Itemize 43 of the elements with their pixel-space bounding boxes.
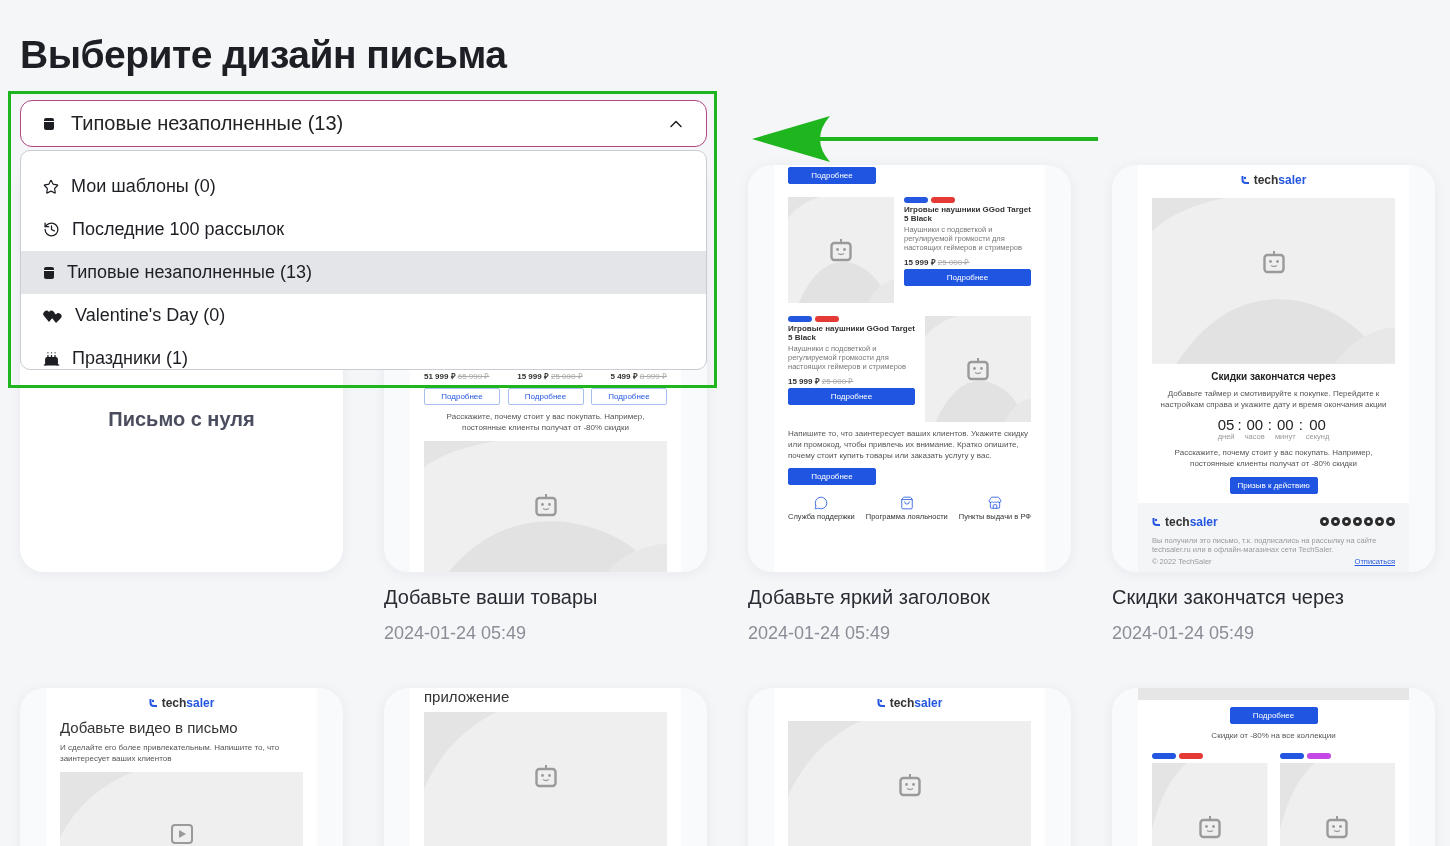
page-title: Выберите дизайн письма [20, 32, 509, 78]
price-text: 5 499 ₽ 8 999 ₽ [610, 371, 667, 381]
email-heading: приложение [424, 688, 511, 705]
logo-text: techsaler [161, 696, 215, 710]
template-title: Добавьте ваши товары [384, 585, 599, 609]
timer-value: 00 [1246, 417, 1264, 433]
timer-value: 05 [1217, 417, 1235, 433]
email-button: Подробнее [904, 269, 1031, 286]
timer-separator: : [1237, 417, 1242, 433]
email-button: Подробнее [424, 388, 500, 405]
template-date: 2024-01-24 05:49 [1112, 623, 1256, 644]
email-button: Подробнее [788, 388, 915, 405]
email-button: Подробнее [788, 167, 876, 184]
email-text: Расскажите, почему стоит у вас покупать. Например, постоянные клиенты получат от -80% скидки [445, 412, 646, 434]
email-text: И сделайте его более привлекательным. Напишите то, что заинтересует ваших клиентов [60, 743, 281, 765]
template-date: 2024-01-24 05:49 [748, 623, 892, 644]
email-button: Подробнее [507, 388, 584, 405]
template-title: Скидки закончатся через [1112, 585, 1345, 609]
price-text: 51 999 ₽ 65 999 ₽ [424, 371, 490, 381]
email-text: Напишите то, что заинтересует ваших клиентов. Укажите скидку или промокод, чтобы привлечь их внимание. Кратко опишите, почему стоит купить товары или заказать услугу у вас. [788, 429, 1030, 462]
price-text: 15 999 ₽ 25 000 ₽ [788, 376, 855, 386]
timer-value: 00 [1309, 417, 1326, 433]
logo-text: techsaler [1253, 173, 1307, 187]
email-text: Расскажите, почему стоит у вас покупать. Например, постоянные клиенты получат от -80% скидки [1173, 448, 1374, 470]
price-text: 15 999 ₽ 25 000 ₽ [904, 257, 971, 267]
timer-value: 00 [1276, 417, 1294, 433]
email-heading: Добавьте видео в письмо [60, 719, 239, 736]
template-title: Добавьте яркий заголовок [748, 585, 991, 609]
email-button: Подробнее [591, 388, 667, 405]
email-button: Подробнее [1229, 707, 1318, 724]
product-name: Игровые наушники GGod Target 5 Black [788, 324, 915, 342]
email-text: Добавьте таймер и смотивируйте к покупке. Перейдите к настройкам справа и укажите дату и время окончания акции [1159, 388, 1388, 411]
timer-separator: : [1298, 417, 1303, 433]
email-button: Подробнее [788, 468, 876, 486]
email-text: Скидки от -80% на все коллекции [1210, 731, 1337, 742]
email-button: Призыв к действию [1229, 477, 1318, 494]
template-date: 2024-01-24 05:49 [384, 623, 528, 644]
logo-text: techsaler [1165, 515, 1218, 529]
email-heading: Скидки закончатся через [1210, 370, 1337, 382]
price-text: 15 999 ₽ 25 000 ₽ [517, 371, 583, 381]
logo-text: techsaler [889, 696, 943, 710]
timer-separator: : [1267, 417, 1272, 433]
product-name: Игровые наушники GGod Target 5 Black [904, 205, 1031, 223]
